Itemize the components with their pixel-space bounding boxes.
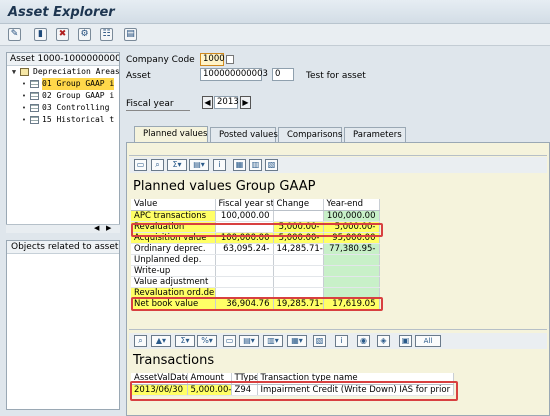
company-code-field[interactable]: 1000	[200, 53, 225, 66]
table-icon	[30, 92, 39, 100]
value-help-icon[interactable]	[226, 55, 234, 64]
list-icon[interactable]: ▤	[124, 28, 137, 41]
planned-values-table: Value Fiscal year start Change Year-end …	[131, 199, 380, 310]
expand-icon[interactable]: ▼	[10, 66, 18, 78]
transactions-grid-toolbar: ⌕ ▲▾ Σ▾ %▾ ▭ ▤▾ ▥▾ ▦▾ ▧ i ◉ ◈ ▣ All	[129, 333, 547, 349]
bullet-icon: •	[21, 92, 27, 100]
tree-node-label: 02 Group GAAP i	[42, 91, 115, 100]
asset-master-icon[interactable]: ▮	[34, 28, 47, 41]
folder-icon	[20, 68, 29, 76]
print-dropdown-icon[interactable]: ▤▾	[189, 159, 209, 171]
tab-parameters[interactable]: Parameters	[344, 127, 406, 143]
objects-related-title: Objects related to asset	[7, 241, 119, 254]
application-toolbar: ✎ ▮ ✖ ⚙ ☷ ▤	[0, 24, 550, 46]
column-header[interactable]: Year-end	[323, 199, 380, 211]
view-dropdown-icon[interactable]: ▥▾	[263, 335, 283, 347]
tree-header: Asset 1000-1000000000...	[7, 53, 119, 66]
network-icon[interactable]: ☷	[100, 28, 113, 41]
graphic-icon[interactable]: ▧	[313, 335, 326, 347]
tree-node-depreciation-areas[interactable]: ▼ Depreciation Areas	[7, 66, 119, 78]
planned-values-title: Planned values Group GAAP	[133, 179, 316, 194]
highlight-revaluation-ord-dep-row	[131, 297, 383, 311]
asset-description: Test for asset	[306, 71, 366, 81]
table-icon	[30, 80, 39, 88]
tree-node-label: 03 Controlling	[42, 103, 110, 112]
fiscal-year-label: Fiscal year	[126, 99, 174, 109]
table-header-row: Value Fiscal year start Change Year-end	[131, 199, 380, 211]
tab-planned-values[interactable]: Planned values	[134, 126, 208, 143]
details-icon[interactable]: ▭	[134, 159, 147, 171]
table-row[interactable]: APC transactions 100,000.00 100,000.00	[131, 210, 380, 222]
tab-posted-values[interactable]: Posted values	[210, 127, 278, 143]
settings-icon[interactable]: ⚙	[78, 28, 91, 41]
next-year-button[interactable]: ▶	[240, 96, 251, 109]
bullet-icon: •	[21, 104, 27, 112]
scroll-right-icon[interactable]: ▶	[106, 224, 111, 232]
expand-all-icon[interactable]: ▣	[399, 335, 412, 347]
find-icon[interactable]: ⌕	[151, 159, 164, 171]
column-header[interactable]: Value	[131, 199, 216, 211]
graphic-icon[interactable]: ▧	[265, 159, 278, 171]
tree-node-area-01[interactable]: • 01 Group GAAP i	[7, 78, 119, 90]
export-dropdown-icon[interactable]: ▤▾	[239, 335, 259, 347]
layout-icon[interactable]: ▦	[233, 159, 246, 171]
delete-icon[interactable]: ✖	[56, 28, 69, 41]
table-icon	[30, 116, 39, 124]
highlight-revaluation-row	[131, 223, 383, 237]
tree-horizontal-scrollbar[interactable]: ◀ ▶	[6, 224, 120, 233]
tree-node-area-03[interactable]: • 03 Controlling	[7, 102, 119, 114]
previous-year-button[interactable]: ◀	[202, 96, 213, 109]
layout-dropdown-icon[interactable]: ▦▾	[287, 335, 307, 347]
filter-dropdown-icon[interactable]: Σ▾	[175, 335, 195, 347]
export-icon[interactable]: ▥	[249, 159, 262, 171]
tree-node-label: 15 Historical t	[42, 115, 115, 124]
table-row[interactable]: Unplanned dep.	[131, 254, 380, 266]
tab-content: ▭ ⌕ Σ▾ ▤▾ i ▦ ▥ ▧ Planned values Group G…	[126, 142, 550, 416]
tab-comparisons[interactable]: Comparisons	[278, 127, 342, 143]
all-button[interactable]: All	[415, 335, 441, 347]
table-icon	[30, 104, 39, 112]
info-icon[interactable]: i	[213, 159, 226, 171]
print-icon[interactable]: ▭	[223, 335, 236, 347]
reverse-icon[interactable]: ◈	[377, 335, 390, 347]
tree-node-area-02[interactable]: • 02 Group GAAP i	[7, 90, 119, 102]
fiscal-year-field[interactable]: 2013	[214, 96, 239, 109]
table-row[interactable]: Value adjustment	[131, 276, 380, 288]
asset-tree: Asset 1000-1000000000... ▼ Depreciation …	[6, 52, 120, 232]
details-icon[interactable]: ⌕	[134, 335, 147, 347]
window-title: Asset Explorer	[8, 5, 115, 20]
asset-number-field[interactable]: 100000000003	[200, 68, 268, 81]
tab-strip: Planned values Posted values Comparisons…	[126, 126, 550, 143]
bullet-icon: •	[21, 116, 27, 124]
sum-dropdown-icon[interactable]: Σ▾	[167, 159, 187, 171]
column-header[interactable]: Fiscal year start	[215, 199, 274, 211]
table-row[interactable]: Ordinary deprec. 63,095.24- 14,285.71- 7…	[131, 243, 380, 255]
tree-node-area-15[interactable]: • 15 Historical t	[7, 114, 119, 126]
fiscal-year-underline	[126, 110, 190, 111]
objects-related-panel: Objects related to asset	[6, 240, 120, 410]
tree-node-label: 01 Group GAAP i	[42, 78, 115, 90]
asset-subnumber-field[interactable]: 0	[272, 68, 294, 81]
document-icon[interactable]: ◉	[357, 335, 370, 347]
table-row[interactable]: Write-up	[131, 265, 380, 277]
bullet-icon: •	[21, 80, 27, 88]
asset-label: Asset	[126, 71, 151, 81]
transactions-title: Transactions	[133, 353, 215, 368]
subtotal-dropdown-icon[interactable]: %▾	[197, 335, 217, 347]
display-change-icon[interactable]: ✎	[8, 28, 21, 41]
scroll-left-icon[interactable]: ◀	[94, 224, 99, 232]
sort-dropdown-icon[interactable]: ▲▾	[151, 335, 171, 347]
title-bar: Asset Explorer	[0, 0, 550, 24]
company-code-label: Company Code	[126, 55, 195, 65]
all-button-label: All	[423, 337, 433, 345]
column-header[interactable]: Change	[273, 199, 324, 211]
info-icon[interactable]: i	[335, 335, 348, 347]
tree-node-label: Depreciation Areas	[33, 67, 120, 76]
planned-grid-toolbar: ▭ ⌕ Σ▾ ▤▾ i ▦ ▥ ▧	[129, 157, 547, 173]
highlight-transaction-row	[130, 381, 458, 401]
